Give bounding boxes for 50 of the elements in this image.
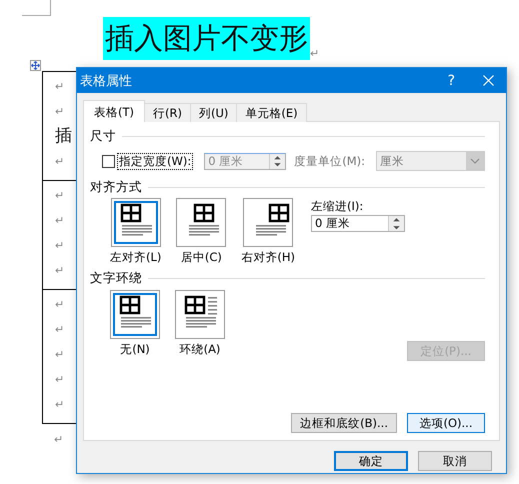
paragraph-mark: ↵ <box>55 397 64 413</box>
checkbox[interactable] <box>102 154 115 168</box>
paragraph-mark: ↵ <box>55 322 64 338</box>
layout-option[interactable] <box>243 198 294 247</box>
paragraph-mark: ↵ <box>55 188 64 204</box>
dialog-button[interactable]: 边框和底纹(B)... <box>291 413 397 433</box>
indent-field[interactable]: 0 厘米 <box>311 215 406 232</box>
footer-button[interactable]: 确定 <box>334 451 408 471</box>
layout-option[interactable] <box>175 290 225 339</box>
tab[interactable]: 单元格(E) <box>236 103 307 122</box>
cell-text: 插 <box>55 125 72 148</box>
option-label: 居中(C) <box>180 250 222 265</box>
indent-label: 左缩进(I): <box>311 199 364 214</box>
option-label: 右对齐(H) <box>241 250 296 265</box>
page-corner-mark <box>22 0 51 16</box>
paragraph-mark: ↵ <box>55 372 64 388</box>
dialog-title: 表格属性 <box>80 72 133 90</box>
paragraph-mark: ↵ <box>55 297 64 313</box>
document-heading: 插入图片不变形 <box>103 17 310 60</box>
paragraph-mark: ↵ <box>55 263 64 279</box>
spin-buttons[interactable] <box>388 216 404 231</box>
paragraph-mark: ↵ <box>55 154 64 170</box>
option-label: 左对齐(L) <box>110 250 162 265</box>
paragraph-mark: ↵ <box>55 238 64 254</box>
unit-label: 度量单位(M): <box>294 154 365 168</box>
paragraph-mark: ↵ <box>55 347 64 363</box>
table-layout-icon <box>113 293 157 336</box>
tab[interactable]: 表格(T) <box>83 100 145 122</box>
checkbox-label[interactable]: 指定宽度(W): <box>117 152 194 170</box>
help-button[interactable]: ? <box>448 72 455 88</box>
move-handle-icon[interactable] <box>30 60 41 71</box>
paragraph-mark: ↵ <box>54 433 64 446</box>
paragraph-mark: ↵ <box>55 213 64 229</box>
group-heading: 尺寸 <box>90 128 116 144</box>
tab[interactable]: 列(U) <box>190 103 238 122</box>
dialog-button[interactable]: 选项(O)... <box>407 413 485 433</box>
close-icon[interactable] <box>483 75 494 86</box>
table-layout-icon <box>114 201 158 244</box>
option-label: 无(N) <box>120 342 150 357</box>
paragraph-mark: ↵ <box>55 104 64 120</box>
footer-button[interactable]: 取消 <box>418 451 492 471</box>
layout-option[interactable] <box>110 198 161 247</box>
option-label: 环绕(A) <box>180 342 220 357</box>
paragraph-mark: ↵ <box>310 47 320 60</box>
paragraph-mark: ↵ <box>55 79 64 95</box>
layout-option[interactable] <box>176 198 226 247</box>
group-heading: 对齐方式 <box>90 178 142 196</box>
group-heading: 文字环绕 <box>90 270 142 286</box>
layout-option[interactable] <box>110 290 160 339</box>
tab[interactable]: 行(R) <box>144 103 191 122</box>
